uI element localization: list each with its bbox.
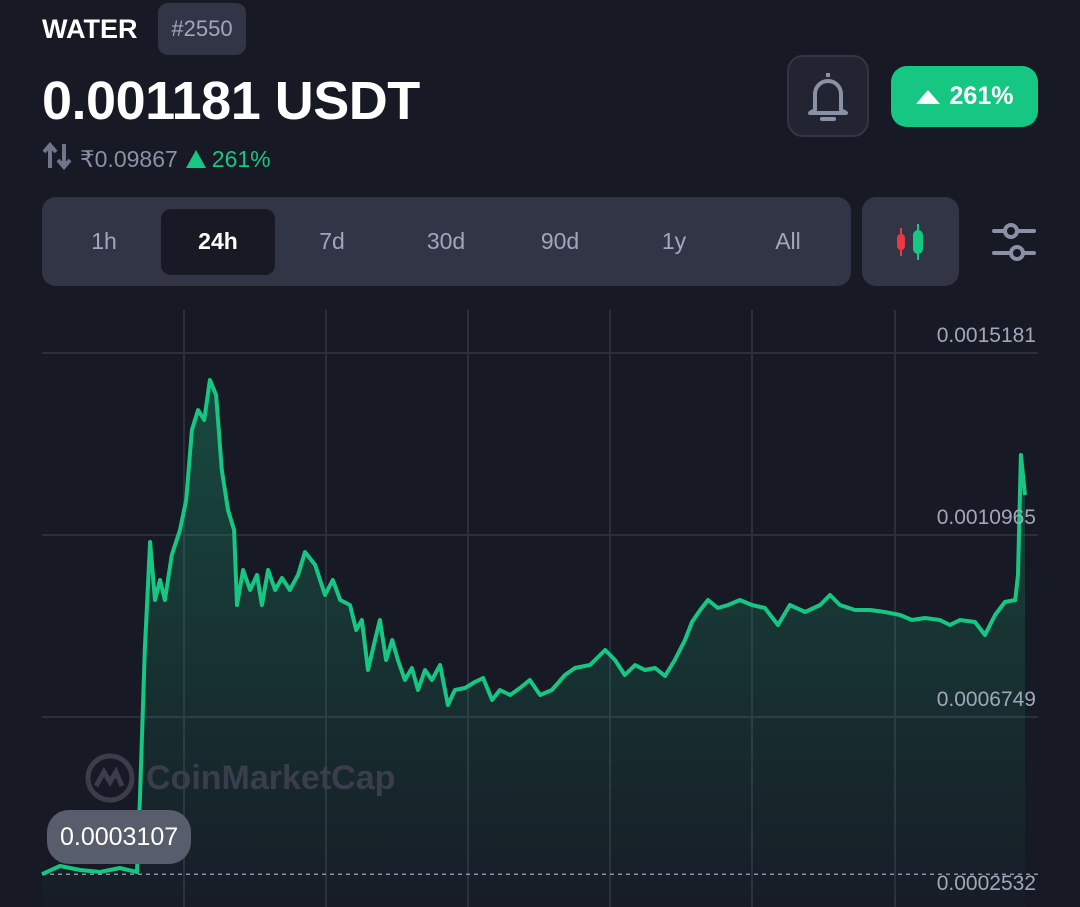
price-alert-button[interactable] [787,55,869,137]
price-subline: ₹0.09867 261% [42,141,271,176]
inr-price: ₹0.09867 [80,145,178,172]
rank-badge: #2550 [158,3,246,55]
y-tick-label: 0.0015181 [936,324,1036,347]
open-price-label: 0.0003107 [47,810,192,864]
change-percent: 261% [185,145,271,173]
tab-24h[interactable]: 24h [161,208,275,275]
triangle-up-icon [185,150,206,168]
sliders-icon [992,223,1036,261]
bell-icon [808,73,848,121]
tab-7d[interactable]: 7d [275,209,389,275]
tab-90d[interactable]: 90d [503,209,617,275]
y-tick-label: 0.0006749 [936,688,1036,711]
change-badge: 261% [891,66,1038,127]
chart-settings-button[interactable] [988,218,1040,266]
price-value: 0.001181 USDT [42,71,420,131]
tab-1h[interactable]: 1h [47,209,161,275]
candlestick-icon [896,223,923,260]
watermark-text: CoinMarketCap [146,758,396,797]
tab-30d[interactable]: 30d [389,209,503,275]
coin-symbol: WATER [42,14,138,44]
candlestick-toggle-button[interactable] [862,197,959,286]
coinmarketcap-watermark: CoinMarketCap [84,752,395,804]
coinmarketcap-logo-icon [85,753,135,803]
change-value: 261% [211,145,271,172]
swap-vertical-icon[interactable] [42,141,72,176]
badge-change-value: 261% [949,82,1014,110]
triangle-up-icon [915,89,940,104]
time-range-tabs: 1h 24h 7d 30d 90d 1y All [42,197,851,286]
y-tick-label: 0.0002532 [936,872,1036,895]
tab-1y[interactable]: 1y [617,209,731,275]
y-tick-label: 0.0010965 [936,506,1036,529]
tab-all[interactable]: All [731,209,845,275]
